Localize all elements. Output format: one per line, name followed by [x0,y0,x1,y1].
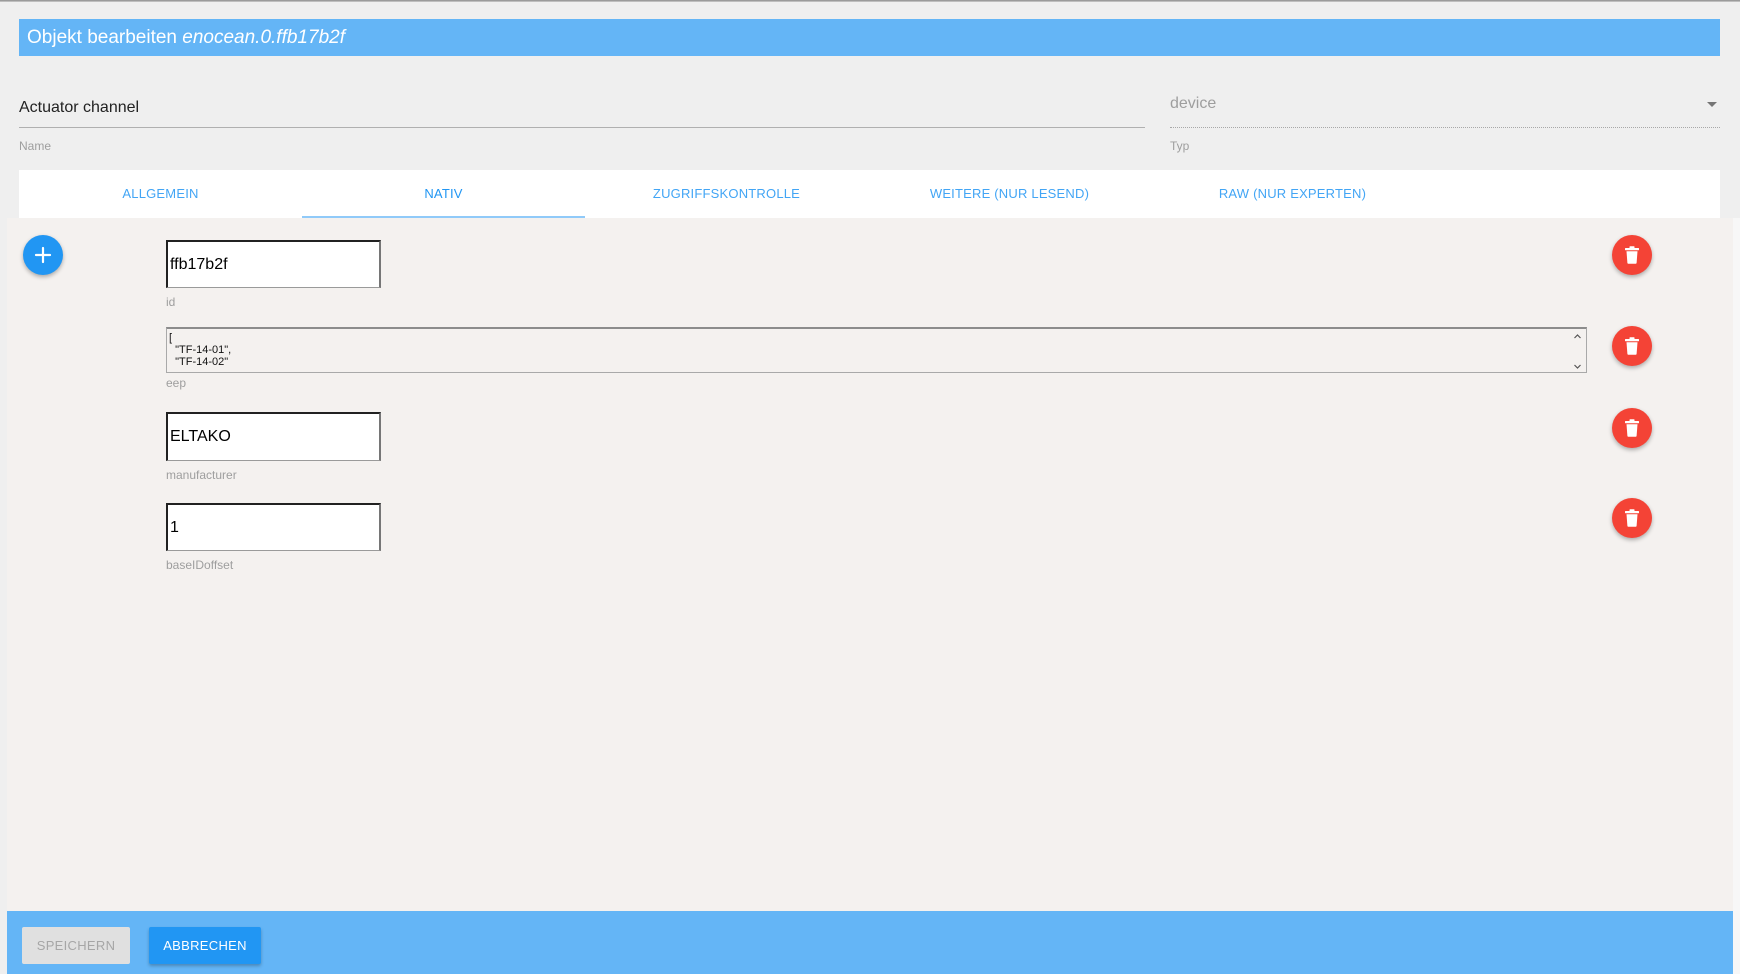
eep-scrollbar[interactable] [1570,329,1586,373]
delete-id-button[interactable] [1612,235,1652,275]
tab-raw[interactable]: RAW (NUR EXPERTEN) [1151,170,1434,218]
chevron-down-icon[interactable] [1573,362,1582,371]
delete-eep-button[interactable] [1612,326,1652,366]
type-field: device Typ [1170,88,1720,153]
native-id-label: id [166,295,176,309]
dialog-title-bar: Objekt bearbeiten enocean.0.ffb17b2f [19,19,1720,56]
tab-weitere[interactable]: WEITERE (NUR LESEND) [868,170,1151,218]
save-button[interactable]: SPEICHERN [22,927,130,964]
tab-nativ[interactable]: NATIV [302,170,585,218]
native-manufacturer-label: manufacturer [166,468,237,482]
native-eep-textarea[interactable]: [ "TF-14-01", "TF-14-02" [167,329,1570,373]
tab-zugriffskontrolle[interactable]: ZUGRIFFSKONTROLLE [585,170,868,218]
native-id-input[interactable] [166,240,381,288]
dialog-title-prefix: Objekt bearbeiten [27,27,177,48]
trash-icon [1625,509,1639,527]
native-row-eep: [ "TF-14-01", "TF-14-02" eep [166,327,1589,390]
native-eep-label: eep [166,376,187,390]
trash-icon [1625,246,1639,264]
dialog-title-object-id: enocean.0.ffb17b2f [182,27,345,48]
scrollbar-track [1733,218,1740,974]
native-baseidoffset-label: baseIDoffset [166,558,234,572]
type-select[interactable]: device [1170,88,1720,128]
plus-icon [34,246,52,264]
name-label: Name [19,139,52,153]
native-row-baseidoffset: baseIDoffset [166,503,1589,573]
top-shadow-line [0,0,1740,2]
name-field: Name [19,88,1145,153]
native-row-manufacturer: manufacturer [166,412,1589,482]
dialog-footer [7,911,1733,974]
eep-textarea-frame: [ "TF-14-01", "TF-14-02" [166,327,1587,373]
trash-icon [1625,337,1639,355]
type-label: Typ [1170,139,1190,153]
name-input[interactable] [19,88,1145,128]
native-baseidoffset-input[interactable] [166,503,381,551]
type-select-value: device [1170,95,1217,112]
native-manufacturer-input[interactable] [166,412,381,461]
delete-baseidoffset-button[interactable] [1612,498,1652,538]
chevron-up-icon[interactable] [1573,332,1582,341]
trash-icon [1625,419,1639,437]
tab-allgemein[interactable]: ALLGEMEIN [19,170,302,218]
add-attribute-button[interactable] [23,235,63,275]
caret-down-icon [1707,102,1717,107]
native-row-id: id [166,240,1589,310]
tab-bar: ALLGEMEIN NATIV ZUGRIFFSKONTROLLE WEITER… [19,170,1720,218]
cancel-button[interactable]: ABBRECHEN [149,927,261,964]
delete-manufacturer-button[interactable] [1612,408,1652,448]
